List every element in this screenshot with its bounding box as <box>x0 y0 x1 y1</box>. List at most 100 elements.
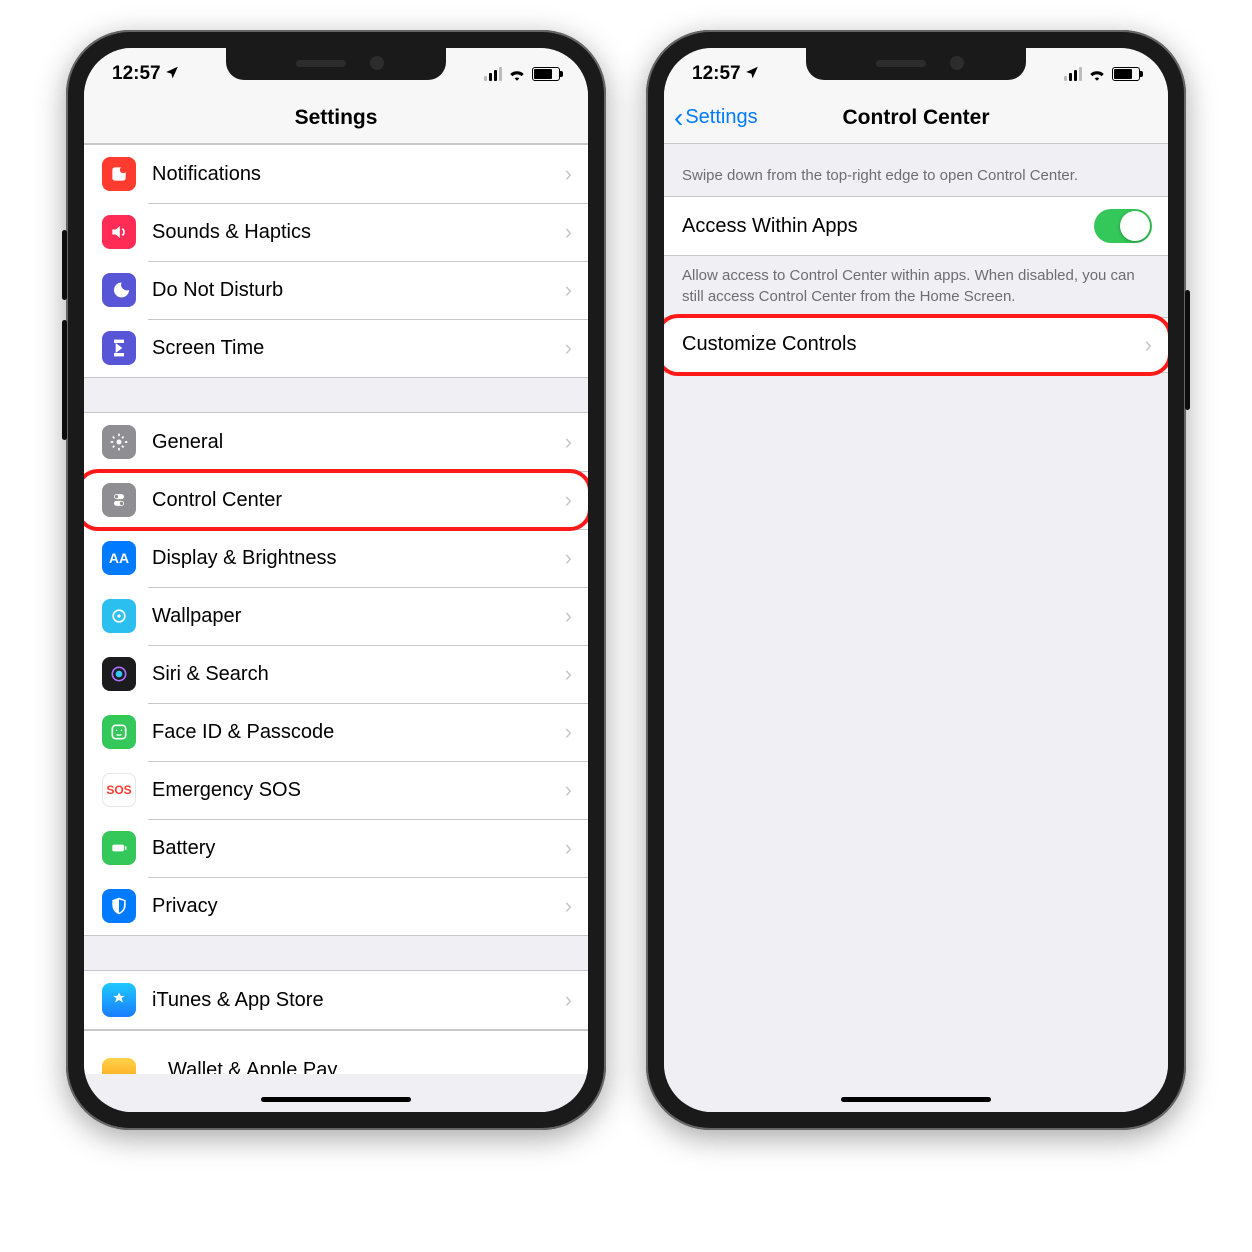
chevron-right-icon: › <box>565 219 572 245</box>
chevron-right-icon: › <box>1145 332 1152 358</box>
row-label: Privacy <box>152 895 565 918</box>
row-privacy[interactable]: Privacy › <box>84 877 588 935</box>
row-label: Control Center <box>152 489 565 512</box>
siri-icon <box>102 657 136 691</box>
chevron-right-icon: › <box>565 719 572 745</box>
row-customize-controls[interactable]: Customize Controls › <box>664 318 1168 372</box>
display-icon: AA <box>102 541 136 575</box>
row-label: Siri & Search <box>152 663 565 686</box>
cellular-signal-icon <box>1064 67 1082 81</box>
chevron-right-icon: › <box>565 603 572 629</box>
chevron-right-icon: › <box>565 277 572 303</box>
nav-bar-control-center: ‹ Settings Control Center <box>664 92 1168 144</box>
hint-top: Swipe down from the top-right edge to op… <box>664 144 1168 196</box>
row-display[interactable]: AA Display & Brightness › <box>84 529 588 587</box>
row-label: Wallpaper <box>152 605 565 628</box>
battery-setting-icon <box>102 831 136 865</box>
row-label: Sounds & Haptics <box>152 221 565 244</box>
row-label: General <box>152 431 565 454</box>
back-button[interactable]: ‹ Settings <box>674 104 758 132</box>
row-wallpaper[interactable]: Wallpaper › <box>84 587 588 645</box>
sounds-icon <box>102 215 136 249</box>
chevron-right-icon: › <box>565 893 572 919</box>
settings-group-3: iTunes & App Store › <box>84 970 588 1030</box>
home-indicator[interactable] <box>261 1097 411 1102</box>
screentime-icon <box>102 331 136 365</box>
control-center-icon <box>102 483 136 517</box>
row-label: Face ID & Passcode <box>152 721 565 744</box>
page-title: Control Center <box>843 106 990 130</box>
sos-icon: SOS <box>102 773 136 807</box>
row-control-center[interactable]: Control Center › <box>84 471 588 529</box>
page-title: Settings <box>295 106 378 130</box>
row-sounds[interactable]: Sounds & Haptics › <box>84 203 588 261</box>
row-label: Emergency SOS <box>152 779 565 802</box>
chevron-right-icon: › <box>565 777 572 803</box>
row-notifications[interactable]: Notifications › <box>84 145 588 203</box>
screen-control-center: 12:57 ‹ Settings Control Center Swipe d <box>664 48 1168 1112</box>
wifi-icon <box>1088 67 1106 81</box>
row-screentime[interactable]: Screen Time › <box>84 319 588 377</box>
status-indicators <box>484 67 560 81</box>
back-label: Settings <box>685 106 757 129</box>
settings-list[interactable]: Notifications › Sounds & Haptics › Do No… <box>84 144 588 1112</box>
status-time-group: 12:57 <box>112 63 179 85</box>
settings-group-1: Notifications › Sounds & Haptics › Do No… <box>84 144 588 378</box>
access-group: Access Within Apps <box>664 196 1168 256</box>
row-label: Screen Time <box>152 337 565 360</box>
chevron-right-icon: › <box>565 661 572 687</box>
screen-settings: 12:57 Settings Notifications <box>84 48 588 1112</box>
general-icon <box>102 425 136 459</box>
status-time: 12:57 <box>112 63 161 85</box>
appstore-icon <box>102 983 136 1017</box>
hint-bottom: Allow access to Control Center within ap… <box>664 256 1168 317</box>
notch <box>806 48 1026 80</box>
row-battery[interactable]: Battery › <box>84 819 588 877</box>
notch <box>226 48 446 80</box>
row-itunes[interactable]: iTunes & App Store › <box>84 971 588 1029</box>
row-label: iTunes & App Store <box>152 989 565 1012</box>
row-label: Wallet & Apple Pay <box>168 1059 337 1074</box>
nav-bar-settings: Settings <box>84 92 588 144</box>
status-indicators <box>1064 67 1140 81</box>
phone-frame-left: 12:57 Settings Notifications <box>66 30 606 1130</box>
wallet-icon <box>102 1058 136 1074</box>
location-icon <box>165 63 179 85</box>
notifications-icon <box>102 157 136 191</box>
customize-group: Customize Controls › <box>664 317 1168 373</box>
dnd-icon <box>102 273 136 307</box>
row-faceid[interactable]: Face ID & Passcode › <box>84 703 588 761</box>
row-access-within-apps[interactable]: Access Within Apps <box>664 197 1168 255</box>
settings-group-2: General › Control Center › AA Display & … <box>84 412 588 936</box>
chevron-right-icon: › <box>565 429 572 455</box>
wifi-icon <box>508 67 526 81</box>
battery-icon <box>532 67 560 81</box>
privacy-icon <box>102 889 136 923</box>
row-label: Do Not Disturb <box>152 279 565 302</box>
row-label: Display & Brightness <box>152 547 565 570</box>
chevron-right-icon: › <box>565 487 572 513</box>
wallpaper-icon <box>102 599 136 633</box>
row-dnd[interactable]: Do Not Disturb › <box>84 261 588 319</box>
phone-frame-right: 12:57 ‹ Settings Control Center Swipe d <box>646 30 1186 1130</box>
status-time-group: 12:57 <box>692 63 759 85</box>
row-label: Access Within Apps <box>682 215 1094 238</box>
control-center-content[interactable]: Swipe down from the top-right edge to op… <box>664 144 1168 1112</box>
chevron-left-icon: ‹ <box>674 104 683 132</box>
location-icon <box>745 63 759 85</box>
row-label: Notifications <box>152 163 565 186</box>
chevron-right-icon: › <box>565 987 572 1013</box>
row-wallet-partial[interactable]: Wallet & Apple Pay <box>84 1030 588 1074</box>
toggle-access-within-apps[interactable] <box>1094 209 1152 243</box>
home-indicator[interactable] <box>841 1097 991 1102</box>
chevron-right-icon: › <box>565 335 572 361</box>
chevron-right-icon: › <box>565 545 572 571</box>
row-sos[interactable]: SOS Emergency SOS › <box>84 761 588 819</box>
row-label: Battery <box>152 837 565 860</box>
row-general[interactable]: General › <box>84 413 588 471</box>
status-time: 12:57 <box>692 63 741 85</box>
chevron-right-icon: › <box>565 835 572 861</box>
row-siri[interactable]: Siri & Search › <box>84 645 588 703</box>
row-label: Customize Controls <box>682 333 1145 356</box>
faceid-icon <box>102 715 136 749</box>
